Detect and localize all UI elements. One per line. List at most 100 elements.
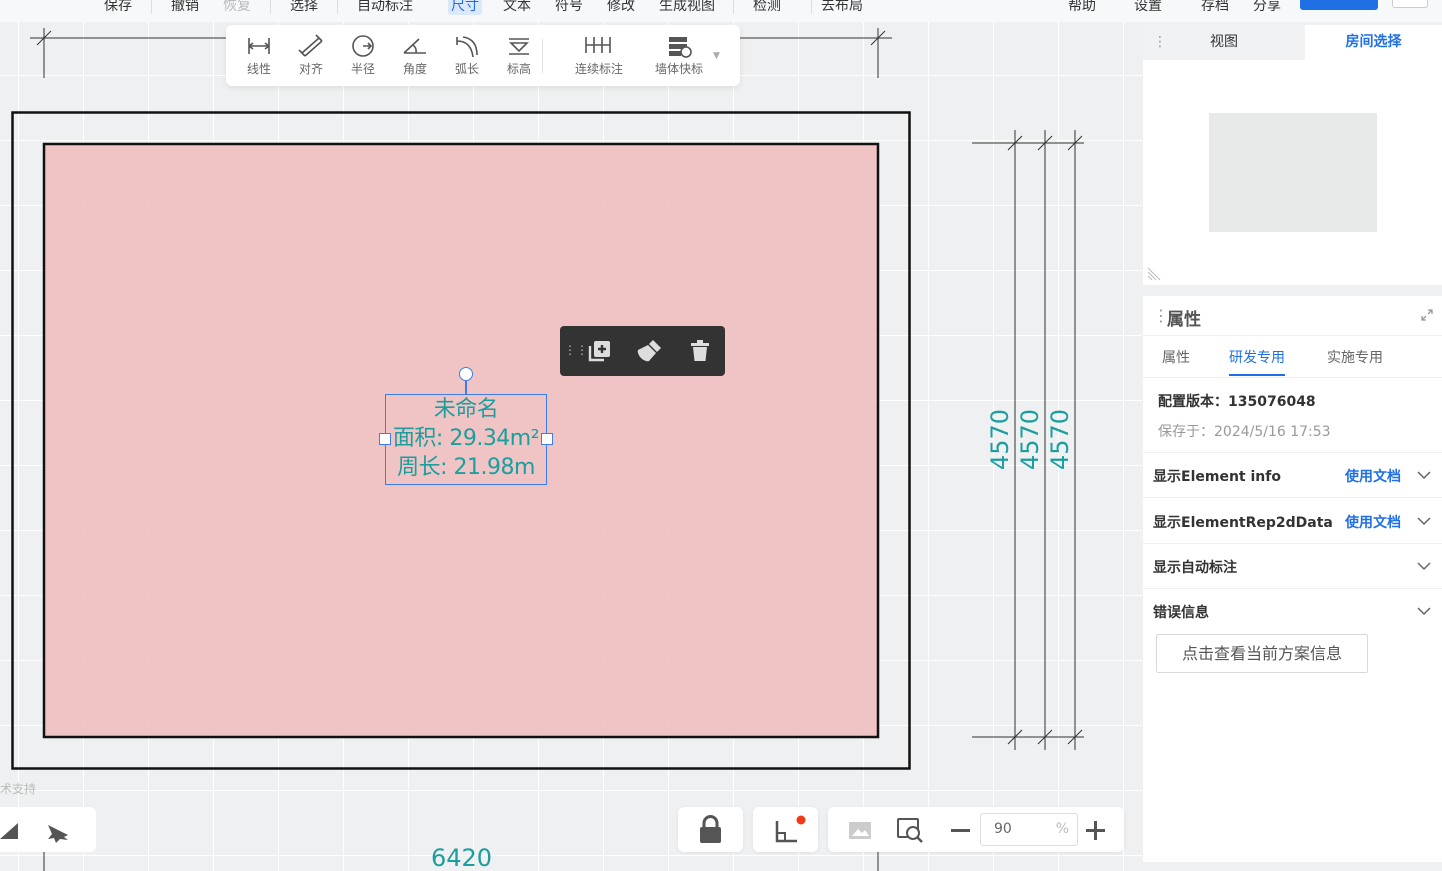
- menu-divider: [270, 0, 271, 14]
- tab-impl-only[interactable]: 实施专用: [1327, 347, 1383, 367]
- chevron-down-icon[interactable]: [1417, 559, 1431, 573]
- zoom-toolbar: [828, 807, 1124, 852]
- more-button[interactable]: [1392, 0, 1428, 8]
- chevron-down-icon[interactable]: [1417, 514, 1431, 528]
- properties-title: 属性: [1167, 310, 1201, 330]
- section-divider: [1143, 497, 1442, 498]
- zoom-out-icon[interactable]: [951, 829, 970, 832]
- zoom-in-icon[interactable]: [1086, 821, 1105, 840]
- image-icon[interactable]: [849, 822, 871, 839]
- tool-arc-length[interactable]: 弧长: [441, 33, 493, 77]
- zoom-unit: %: [1055, 821, 1069, 837]
- view-preview[interactable]: [1209, 113, 1377, 232]
- wall-quick-dimension-icon: [669, 37, 692, 58]
- tool-label: 标高: [506, 62, 531, 76]
- drag-grip-icon[interactable]: ⋮⋮: [564, 343, 588, 357]
- menu-generate-view[interactable]: 生成视图: [659, 0, 715, 15]
- tab-room-select-label: 房间选择: [1345, 34, 1402, 50]
- docs-link[interactable]: 使用文档: [1345, 512, 1401, 532]
- tool-label: 半径: [350, 62, 375, 76]
- section-error-info[interactable]: 错误信息: [1153, 602, 1209, 622]
- room-label[interactable]: 未命名 面积: 29.34m² 周长: 21.98m: [385, 394, 547, 485]
- section-element-rep2d[interactable]: 显示ElementRep2dData: [1153, 512, 1333, 532]
- menu-save[interactable]: 保存: [104, 0, 132, 15]
- section-auto-dimension[interactable]: 显示自动标注: [1153, 557, 1237, 577]
- drawing-canvas[interactable]: 4570 4570 4570 6420 未命名 面积: 29.34m² 周长: …: [0, 0, 1142, 871]
- brush-icon: [637, 340, 661, 362]
- tool-angle[interactable]: 角度: [389, 33, 441, 77]
- config-version: 配置版本：135076048: [1158, 394, 1316, 410]
- tool-aligned[interactable]: 对齐: [285, 33, 337, 77]
- fill-tool-icon[interactable]: [0, 823, 18, 839]
- menu-symbol[interactable]: 符号: [555, 0, 583, 15]
- menu-check[interactable]: 检测: [753, 0, 781, 15]
- menu-share[interactable]: 分享: [1253, 0, 1281, 15]
- angle-icon: [403, 38, 426, 54]
- section-divider: [1143, 452, 1442, 453]
- menu-redo[interactable]: 恢复: [223, 0, 251, 15]
- menu-remove-layout[interactable]: 去布局: [821, 0, 863, 15]
- tool-label: 弧长: [454, 62, 479, 76]
- expand-icon[interactable]: [1420, 308, 1434, 322]
- menu-dimension[interactable]: 尺寸: [448, 0, 482, 15]
- zoom-icons: [849, 818, 1105, 843]
- rotate-handle[interactable]: [459, 367, 473, 381]
- tab-room-select[interactable]: 房间选择: [1305, 25, 1442, 60]
- menu-text[interactable]: 文本: [503, 0, 531, 15]
- menu-auto-dimension[interactable]: 自动标注: [357, 0, 413, 15]
- section-element-info[interactable]: 显示Element info: [1153, 466, 1281, 486]
- resize-corner-icon[interactable]: [1147, 267, 1161, 281]
- bottom-left-toolbar: [0, 807, 96, 852]
- top-menu-bar: 保存 撤销 恢复 选择 自动标注 尺寸 文本 符号 修改 生成视图 检测 去布局…: [0, 0, 1442, 22]
- drag-grip-icon[interactable]: ⋮: [1153, 25, 1167, 60]
- menu-divider: [733, 0, 734, 14]
- docs-link[interactable]: 使用文档: [1345, 466, 1401, 486]
- delete-button[interactable]: [686, 337, 714, 365]
- menu-select[interactable]: 选择: [290, 0, 318, 15]
- snap-angle-button[interactable]: [753, 807, 818, 852]
- menu-modify[interactable]: 修改: [607, 0, 635, 15]
- chevron-down-icon[interactable]: ▼: [713, 51, 720, 61]
- trash-icon: [691, 340, 709, 361]
- copy-add-button[interactable]: [586, 337, 614, 365]
- tool-continuous[interactable]: 连续标注: [564, 33, 634, 77]
- zoom-value: 90: [994, 821, 1012, 837]
- copy-add-icon: [588, 341, 610, 362]
- menu-divider: [337, 0, 338, 14]
- menu-help[interactable]: 帮助: [1068, 0, 1096, 15]
- section-divider: [1143, 588, 1442, 589]
- bottom-left-icons: [0, 823, 68, 843]
- floating-action-bar: ⋮⋮: [560, 326, 725, 376]
- view-scheme-info-button[interactable]: 点击查看当前方案信息: [1156, 634, 1368, 673]
- tool-elevation[interactable]: 标高: [493, 33, 545, 77]
- chevron-down-icon[interactable]: [1417, 468, 1431, 482]
- menu-archive[interactable]: 存档: [1201, 0, 1229, 15]
- tab-view-label: 视图: [1210, 34, 1238, 50]
- lock-button[interactable]: [678, 807, 743, 852]
- tab-dev-only[interactable]: 研发专用: [1229, 347, 1285, 376]
- tool-wall-quick[interactable]: 墙体快标: [644, 33, 714, 77]
- room-name: 未命名: [433, 397, 499, 422]
- zoom-input[interactable]: 90 %: [980, 813, 1078, 846]
- elevation-icon: [509, 38, 529, 55]
- menu-undo[interactable]: 撤销: [171, 0, 199, 15]
- aligned-dimension-icon: [298, 34, 323, 57]
- tab-properties[interactable]: 属性: [1162, 347, 1190, 367]
- resize-handle-right[interactable]: [541, 433, 553, 445]
- menu-divider: [811, 0, 812, 14]
- floorplan-drawing[interactable]: [0, 0, 1142, 871]
- vertical-dimension-text-3: 4570: [1046, 408, 1074, 470]
- menu-settings[interactable]: 设置: [1134, 0, 1162, 15]
- properties-tabs: 属性 研发专用 实施专用: [1143, 336, 1442, 378]
- tool-radius[interactable]: 半径: [337, 33, 389, 77]
- tool-linear[interactable]: 线性: [233, 33, 285, 77]
- tab-view[interactable]: ⋮ 视图: [1143, 25, 1305, 60]
- resize-handle-left[interactable]: [379, 433, 391, 445]
- transform-tool-icon[interactable]: [48, 825, 68, 843]
- primary-action-button[interactable]: [1300, 0, 1378, 10]
- zoom-fit-icon[interactable]: [897, 818, 923, 843]
- chevron-down-icon[interactable]: [1417, 604, 1431, 618]
- format-brush-button[interactable]: [636, 337, 664, 365]
- vertical-dimension-text-1: 4570: [986, 408, 1014, 470]
- toolbar-divider: [542, 39, 543, 73]
